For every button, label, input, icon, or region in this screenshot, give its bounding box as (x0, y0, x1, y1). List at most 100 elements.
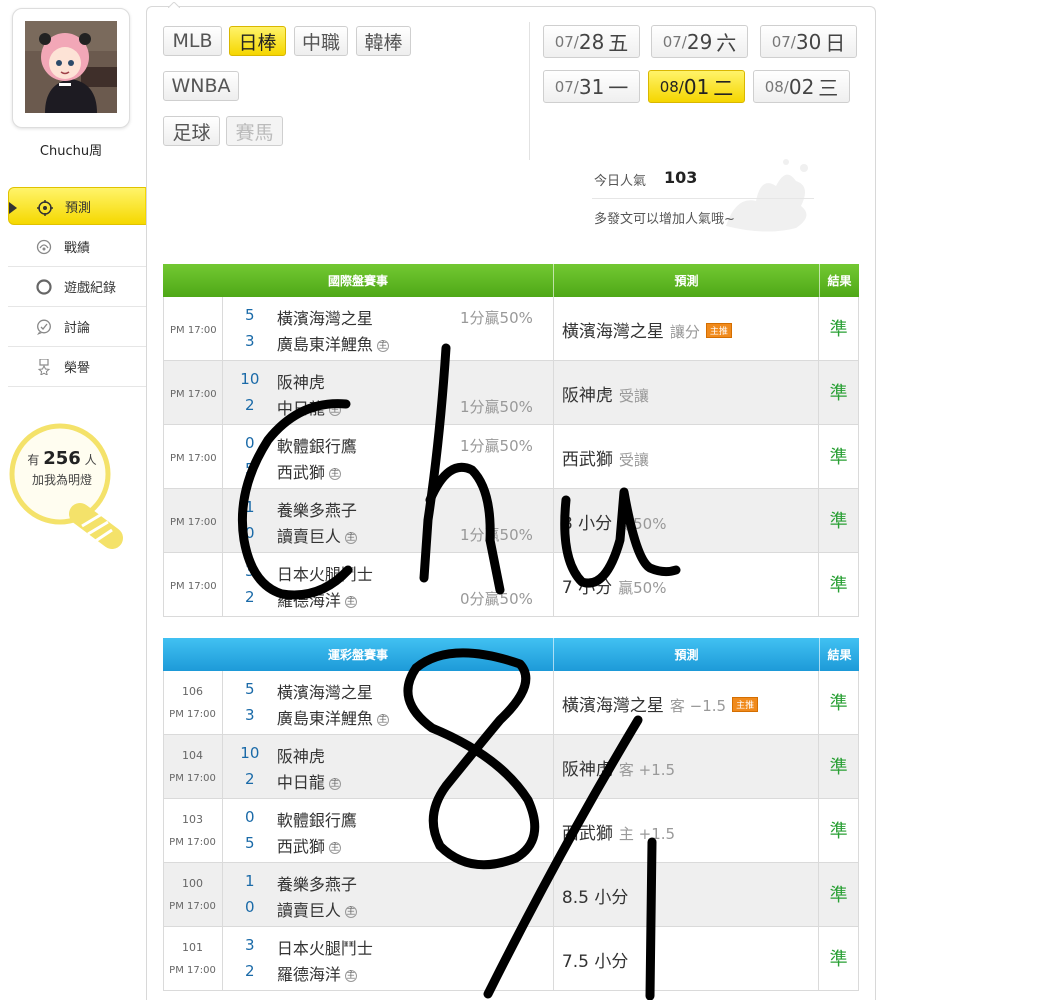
away-team[interactable]: 橫濱海灣之星 (277, 305, 373, 329)
nav-item-game-history[interactable]: 遊戲紀錄 (8, 267, 146, 307)
nav-item-discussion[interactable]: 討論 (8, 307, 146, 347)
nav-item-predict[interactable]: 預測 (8, 187, 157, 225)
home-team[interactable]: 讀賣巨人主 (277, 897, 357, 921)
home-team[interactable]: 西武獅主 (277, 833, 341, 857)
cell-result: 準 (819, 297, 858, 360)
sport-tab-horse-racing[interactable]: 賽馬 (226, 116, 283, 146)
home-badge: 主 (376, 714, 389, 726)
date-button[interactable]: 07/31 一 (543, 70, 640, 103)
home-team[interactable]: 羅德海洋主 (277, 961, 357, 985)
cell-prediction: 西武獅 受讓 (554, 425, 820, 488)
date-button[interactable]: 07/28 五 (543, 25, 640, 58)
prediction-line: 客 −1.5 (669, 697, 727, 715)
away-team[interactable]: 養樂多燕子 (277, 871, 357, 895)
result-status: 準 (829, 949, 848, 970)
table-row[interactable]: PM 17:00 1 養樂多燕子 0 讀賣巨人主 1分贏50% 8 小分 贏50%… (163, 489, 859, 553)
date-button[interactable]: 07/29 六 (651, 25, 748, 58)
away-team[interactable]: 橫濱海灣之星 (277, 679, 373, 703)
result-status: 準 (829, 693, 848, 714)
table-row[interactable]: PM 17:00 5 橫濱海灣之星 3 廣島東洋鯉魚主 1分贏50% 橫濱海灣之… (163, 297, 859, 361)
home-team-name: 西武獅 (276, 463, 325, 482)
prediction-type: 讓分 (669, 323, 700, 341)
away-team[interactable]: 日本火腿鬥士 (277, 561, 373, 585)
cell-result: 準 (819, 489, 858, 552)
table-row[interactable]: PM 17:00 10 阪神虎 2 中日龍主 1分贏50% 阪神虎 受讓 準 (163, 361, 859, 425)
table-row[interactable]: 101 PM 17:00 3 日本火腿鬥士 2 羅德海洋主 7.5 小分 準 (163, 927, 859, 991)
home-team[interactable]: 讀賣巨人主 (277, 523, 357, 547)
date-button[interactable]: 08/02 三 (753, 70, 850, 103)
home-score: 2 (245, 396, 255, 414)
follower-caption: 加我為明燈 (31, 473, 92, 487)
follower-count[interactable]: 有 256 人 加我為明燈 (8, 448, 116, 488)
away-team[interactable]: 養樂多燕子 (277, 497, 357, 521)
sport-tab-mlb[interactable]: MLB (163, 26, 222, 56)
nav-item-record[interactable]: 戰績 (8, 227, 146, 267)
sport-tab-npb[interactable]: 日棒 (229, 26, 286, 56)
avatar-card[interactable] (12, 8, 130, 128)
home-team[interactable]: 中日龍主 (277, 395, 341, 419)
odds: 1分贏50% (459, 526, 533, 544)
table-row[interactable]: 103 PM 17:00 0 軟體銀行鷹 5 西武獅主 西武獅主 +1.5 準 (163, 799, 859, 863)
prediction: 8 小分 贏50% (562, 509, 667, 534)
away-team[interactable]: 日本火腿鬥士 (277, 935, 373, 959)
nav-label: 戰績 (64, 241, 91, 256)
cell-match: 0 軟體銀行鷹 5 西武獅主 (223, 799, 554, 862)
panel-notch (168, 2, 180, 8)
date-button-selected[interactable]: 08/01 二 (648, 70, 745, 103)
table-row[interactable]: PM 17:00 0 軟體銀行鷹 5 西武獅主 1分贏50% 西武獅 受讓 準 (163, 425, 859, 489)
home-team[interactable]: 中日龍主 (277, 769, 341, 793)
odds: 0分贏50% (459, 590, 533, 608)
cell-time: PM 17:00 (164, 425, 223, 488)
avatar[interactable] (25, 21, 117, 113)
medal-icon (37, 359, 51, 375)
date-day: 28 (578, 29, 605, 54)
away-team[interactable]: 軟體銀行鷹 (277, 433, 357, 457)
home-team[interactable]: 羅德海洋主 (277, 587, 357, 611)
username[interactable]: Chuchu周 (12, 140, 130, 159)
sport-tab-cpbl[interactable]: 中職 (294, 26, 348, 56)
cell-prediction: 阪神虎客 +1.5 (554, 735, 820, 798)
cell-time: PM 17:00 (164, 297, 223, 360)
prediction-type: 贏50% (618, 579, 667, 597)
home-score: 5 (245, 460, 255, 478)
cell-prediction: 7.5 小分 (554, 927, 820, 990)
home-team[interactable]: 西武獅主 (277, 459, 341, 483)
table-row[interactable]: 104 PM 17:00 10 阪神虎 2 中日龍主 阪神虎客 +1.5 準 (163, 735, 859, 799)
away-team[interactable]: 軟體銀行鷹 (277, 807, 357, 831)
away-team[interactable]: 阪神虎 (277, 743, 325, 767)
game-time: PM 17:00 (170, 453, 217, 464)
home-team[interactable]: 廣島東洋鯉魚主 (277, 705, 389, 729)
date-button[interactable]: 07/30 日 (760, 25, 857, 58)
home-team[interactable]: 廣島東洋鯉魚主 (277, 331, 389, 355)
away-score: 10 (240, 370, 260, 388)
home-team-name: 西武獅 (276, 837, 325, 856)
table-row[interactable]: PM 17:00 3 日本火腿鬥士 2 羅德海洋主 0分贏50% 7 小分 贏50… (163, 553, 859, 617)
result-status: 準 (829, 885, 848, 906)
date-weekday: 五 (608, 31, 629, 55)
column-header-prediction: 預測 (554, 638, 820, 671)
cell-result: 準 (819, 799, 858, 862)
prediction-pick: 7 小分 (561, 578, 613, 598)
home-team-name: 羅德海洋 (276, 591, 341, 610)
game-number: 100 (182, 877, 203, 890)
record-icon (36, 239, 52, 255)
sport-tab-soccer[interactable]: 足球 (163, 116, 220, 146)
home-team-name: 廣島東洋鯉魚 (276, 709, 373, 728)
prediction-type: 受讓 (618, 451, 649, 469)
nav-item-honor[interactable]: 榮譽 (8, 347, 146, 387)
table-row[interactable]: 100 PM 17:00 1 養樂多燕子 0 讀賣巨人主 8.5 小分 準 (163, 863, 859, 927)
away-team[interactable]: 阪神虎 (277, 369, 325, 393)
date-month: 07/ (554, 77, 579, 96)
cell-result: 準 (819, 927, 858, 990)
cell-time: 106 PM 17:00 (164, 671, 223, 734)
odds: 1分贏50% (459, 309, 533, 327)
game-number: 103 (182, 813, 203, 826)
prediction: 阪神虎客 +1.5 (562, 755, 675, 780)
game-time: PM 17:00 (170, 581, 217, 592)
sport-tab-kbo[interactable]: 韓棒 (356, 26, 411, 56)
table-row[interactable]: 106 PM 17:00 5 橫濱海灣之星 3 廣島東洋鯉魚主 橫濱海灣之星客 … (163, 671, 859, 735)
cell-prediction: 橫濱海灣之星客 −1.5 主推 (554, 671, 820, 734)
nav-label: 討論 (64, 321, 91, 336)
sport-tab-wnba[interactable]: WNBA (163, 71, 239, 101)
cell-match: 0 軟體銀行鷹 5 西武獅主 1分贏50% (223, 425, 554, 488)
